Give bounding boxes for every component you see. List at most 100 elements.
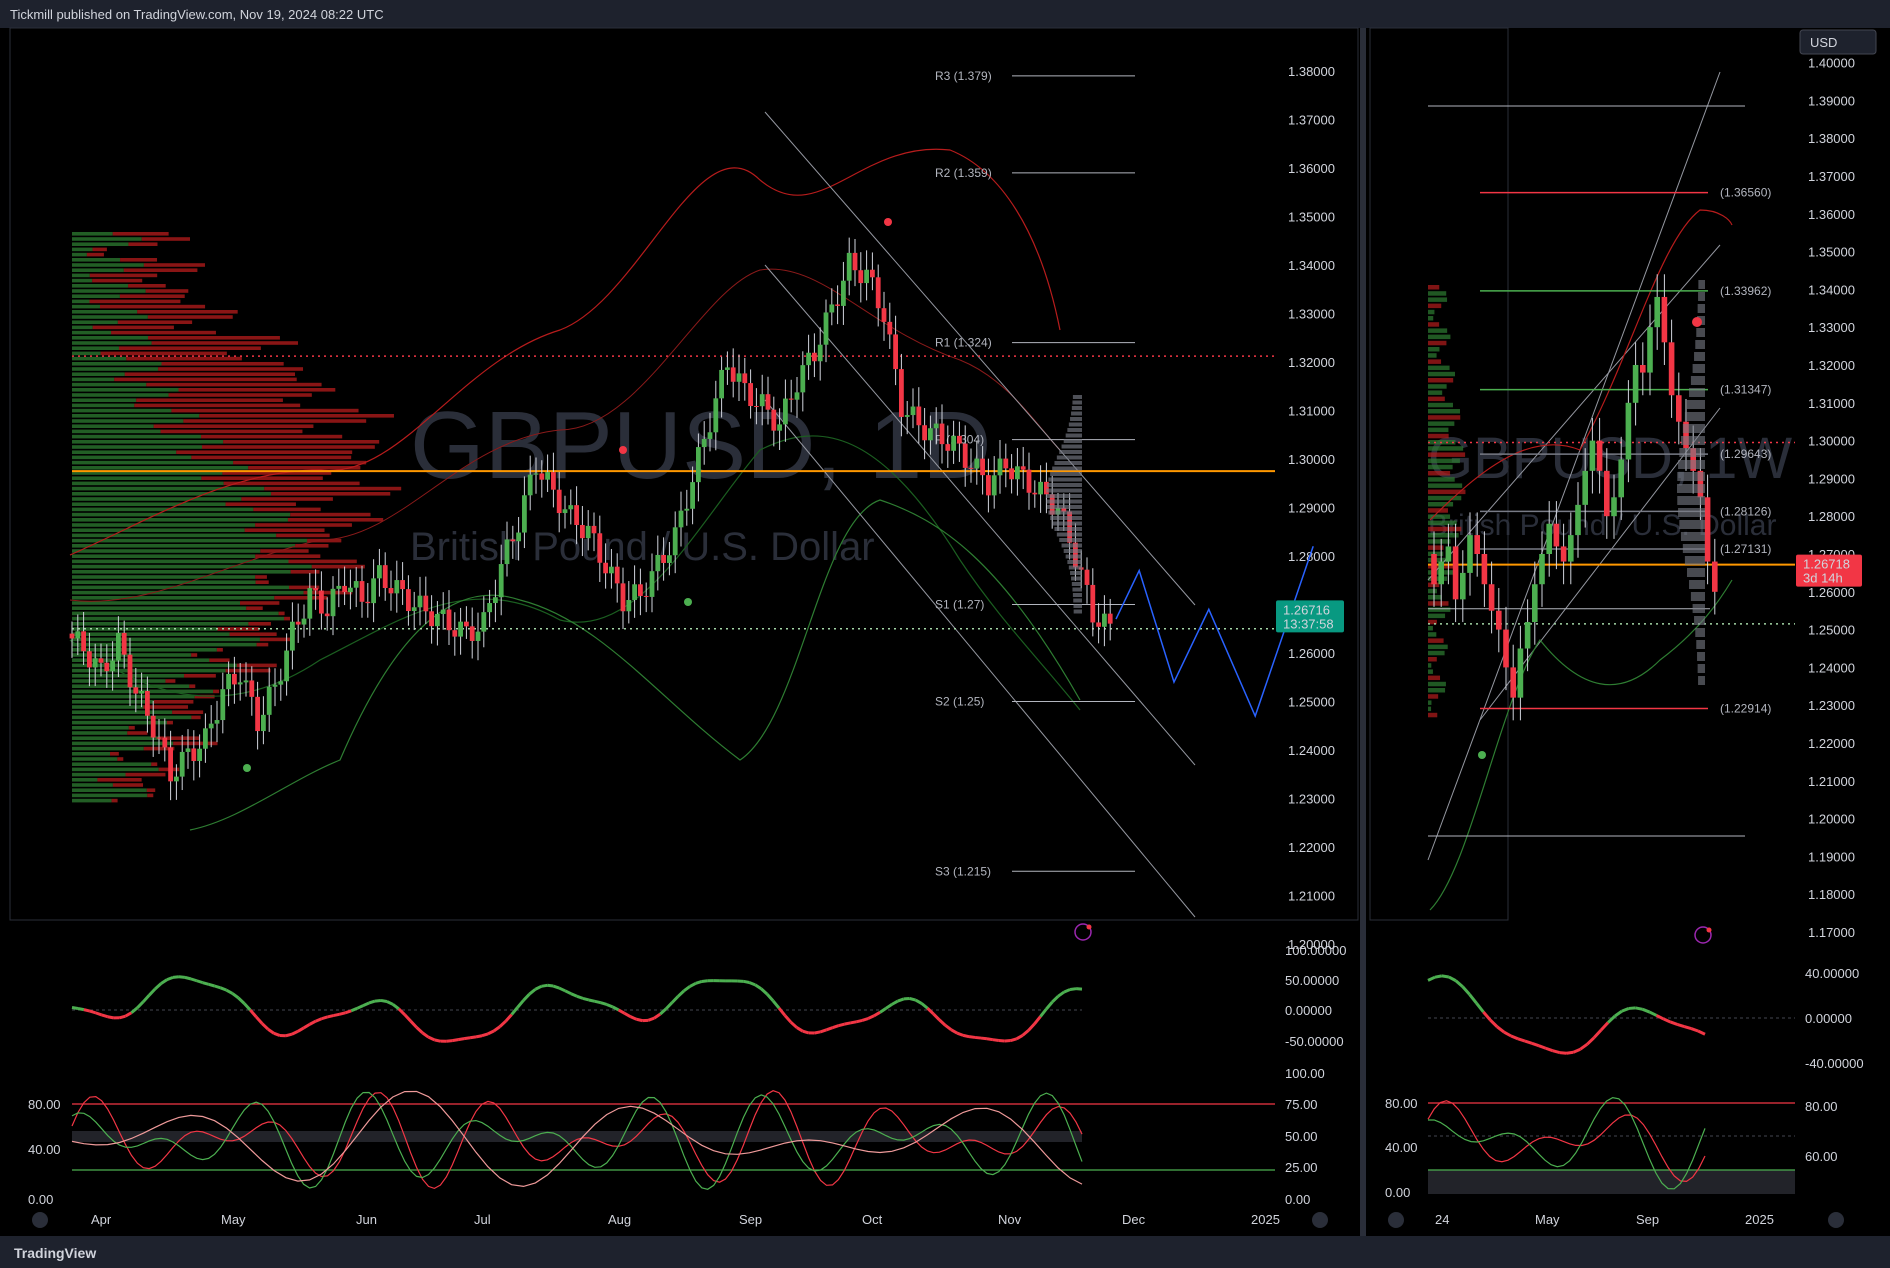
- candle-body: [597, 533, 603, 563]
- candle-body: [771, 409, 777, 431]
- weekly-candle-body: [1460, 572, 1466, 600]
- candle-body: [800, 365, 806, 393]
- weekly-volume-histogram-bar: [1680, 436, 1705, 445]
- daily-oscillator-line: [327, 1014, 334, 1019]
- daily-oscillator-line: [748, 981, 756, 987]
- daily-oscillator-line: [956, 1031, 964, 1037]
- volume-profile-bar: [72, 741, 174, 746]
- daily-oscillator-line: [184, 975, 192, 981]
- candle-body: [632, 584, 637, 600]
- volume-profile-bar: [128, 284, 166, 288]
- daily-oscillator-line: [962, 1033, 970, 1039]
- daily-oscillator-line: [154, 982, 163, 990]
- daily-oscillator-line: [130, 1006, 139, 1014]
- weekly-volume-histogram-bar: [1678, 508, 1705, 517]
- daily-oscillator-line: [701, 979, 708, 983]
- daily-oscillator-line: [944, 1024, 953, 1032]
- candle-body: [452, 630, 458, 637]
- daily-oscillator-line: [867, 1014, 875, 1020]
- daily-oscillator-line: [380, 998, 388, 1003]
- weekly-volume-profile-bar: [1428, 378, 1454, 383]
- weekly-oscillator-line: [1586, 1036, 1596, 1046]
- chart-canvas[interactable]: GBPUSD, 1D British Pound / U.S. Dollar 1.3…: [0, 0, 1890, 1236]
- volume-profile-bar: [72, 596, 275, 600]
- weekly-alert-icon-dot: [1706, 927, 1712, 933]
- candle-body: [1015, 466, 1020, 480]
- weekly-volume-profile-bar: [1428, 297, 1448, 302]
- weekly-candle-body: [1467, 535, 1473, 573]
- weekly-volume-profile-bar: [1428, 644, 1448, 650]
- daily-oscillator-line: [362, 1001, 370, 1007]
- volume-profile-bar: [225, 502, 296, 506]
- candle-body: [220, 689, 226, 721]
- weekly-y-tick: 1.32000: [1808, 358, 1855, 373]
- candle-body: [1003, 458, 1009, 469]
- weekly-volume-profile-bar: [1428, 452, 1466, 457]
- candle-body: [377, 565, 382, 579]
- daily-oscillator-line: [249, 1009, 258, 1018]
- volume-profile-bar: [72, 273, 90, 278]
- daily-oscillator-line: [1033, 1015, 1042, 1025]
- weekly-oscillator-line: [1566, 1050, 1574, 1055]
- candle-body: [365, 601, 371, 604]
- weekly-candle-body: [1452, 546, 1459, 600]
- candle-body: [991, 475, 997, 496]
- daily-oscillator-line: [974, 1035, 982, 1040]
- daily-oscillator-line: [743, 979, 750, 984]
- candle-body: [591, 525, 597, 534]
- daily-oscillator-line: [285, 1032, 293, 1038]
- volume-profile-bar: [72, 263, 144, 267]
- volume-profile-bar: [72, 434, 202, 439]
- candle-body: [545, 472, 550, 480]
- volume-profile-bar: [240, 601, 280, 605]
- candle-body: [406, 589, 411, 611]
- candle-body: [852, 252, 858, 271]
- weekly-volume-profile-bar: [1428, 390, 1443, 395]
- volume-profile-bar: [72, 762, 152, 766]
- weekly-volume-profile-bar: [1428, 316, 1434, 321]
- daily-oscillator-line: [178, 975, 186, 979]
- candle-body: [875, 277, 881, 309]
- volume-profile-bar: [72, 325, 93, 330]
- candle-body: [139, 690, 144, 694]
- weekly-oscillator-line: [1628, 1006, 1636, 1010]
- daily-volume-histogram-bar: [1071, 576, 1082, 581]
- daily-oscillator-line: [202, 981, 210, 986]
- volume-profile-bar: [72, 388, 179, 392]
- daily-oscillator-line: [119, 1014, 126, 1020]
- candle-body: [446, 609, 452, 631]
- daily-oscillator-line: [1045, 1001, 1054, 1010]
- daily-volume-histogram-bar: [1056, 455, 1082, 460]
- weekly-candle-body: [1539, 554, 1545, 585]
- daily-oscillator-line: [670, 995, 680, 1004]
- candle-body: [730, 367, 736, 382]
- candle-body: [899, 369, 904, 417]
- daily-oscillator-line: [950, 1028, 958, 1035]
- volume-profile-bar: [72, 606, 247, 610]
- daily-oscillator-line: [826, 1026, 833, 1032]
- daily-oscillator-line: [321, 1015, 328, 1021]
- candle-body: [382, 565, 388, 589]
- daily-oscillator-line: [160, 978, 168, 985]
- volume-profile-bar: [92, 278, 143, 283]
- volume-profile-bar: [158, 367, 304, 371]
- candle-body: [556, 489, 562, 514]
- daily-oscillator-line: [914, 998, 923, 1005]
- candle-body: [794, 392, 800, 400]
- daily-oscillator-line: [1021, 1029, 1030, 1037]
- volume-profile-bar: [72, 637, 260, 642]
- volume-profile-bar: [216, 648, 223, 652]
- weekly-y-tick: 1.23000: [1808, 698, 1855, 713]
- volume-profile-bar: [128, 242, 158, 246]
- daily-oscillator-line: [1027, 1022, 1036, 1032]
- daily-volume-histogram-bar: [1071, 582, 1082, 586]
- weekly-volume-histogram-bar: [1697, 304, 1705, 313]
- weekly-volume-histogram-bar: [1679, 448, 1705, 457]
- candle-body: [655, 554, 661, 572]
- daily-volume-histogram-bar: [1048, 510, 1082, 515]
- volume-profile-bar: [114, 377, 297, 382]
- daily-oscillator-line: [623, 1012, 632, 1018]
- daily-volume-histogram-bar: [1072, 395, 1082, 399]
- volume-profile-bar: [127, 731, 148, 735]
- daily-stoch-right-tick: 50.00: [1285, 1129, 1318, 1144]
